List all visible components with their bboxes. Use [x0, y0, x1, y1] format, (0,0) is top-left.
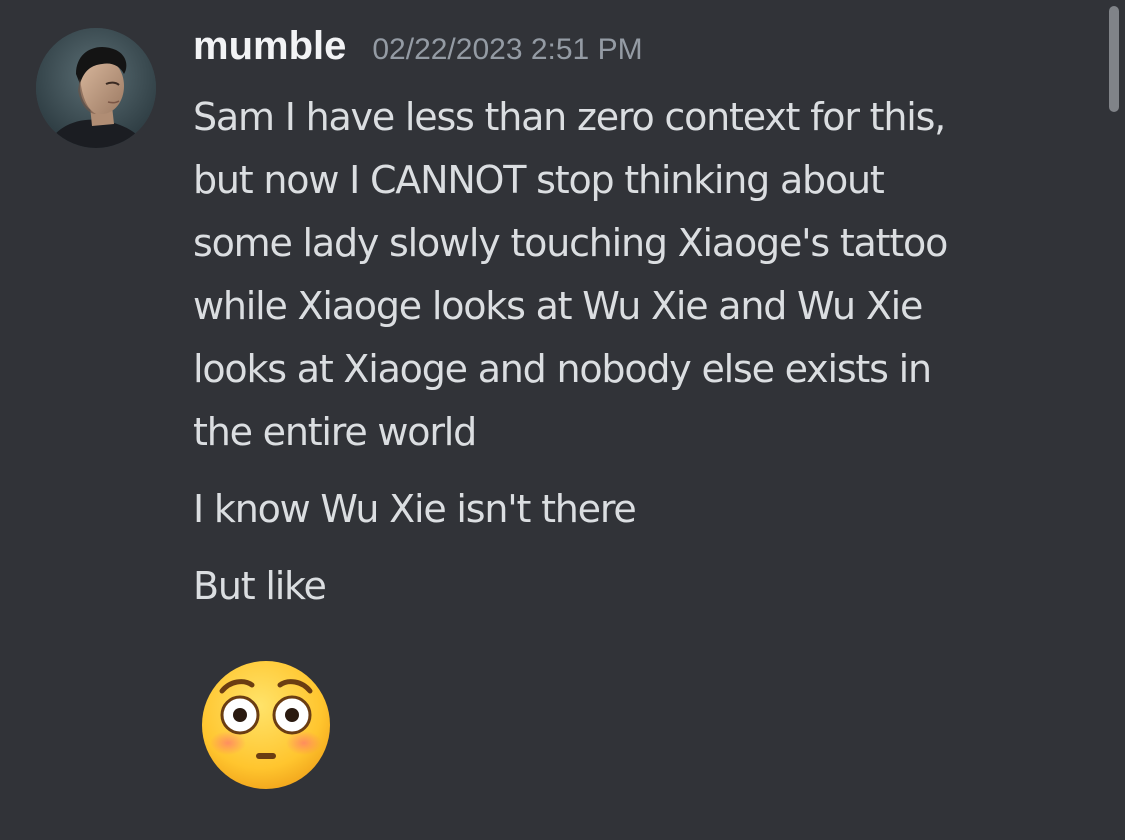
followup-message: I know Wu Xie isn't there	[193, 487, 637, 531]
followup-message: But like	[193, 564, 327, 608]
timestamp[interactable]: 02/22/2023 2:51 PM	[372, 33, 642, 67]
chat-message: mumble 02/22/2023 2:51 PM Sam I have les…	[0, 0, 1125, 840]
avatar[interactable]	[36, 28, 156, 148]
message-line: looks at Xiaoge and nobody else exists i…	[193, 347, 932, 391]
message-line: the entire world	[193, 410, 477, 454]
message-line: while Xiaoge looks at Wu Xie and Wu Xie	[193, 284, 923, 328]
flushed-face-icon	[202, 661, 330, 789]
message-header: mumble 02/22/2023 2:51 PM	[193, 24, 643, 80]
flushed-face-emoji[interactable]	[198, 657, 334, 793]
message-line: Sam I have less than zero context for th…	[193, 95, 946, 139]
message-line: but now I CANNOT stop thinking about	[193, 158, 885, 202]
scrollbar-thumb[interactable]	[1109, 6, 1119, 112]
message-line: some lady slowly touching Xiaoge's tatto…	[193, 221, 948, 265]
username[interactable]: mumble	[193, 24, 346, 69]
message-content: Sam I have less than zero context for th…	[193, 86, 1073, 618]
avatar-image	[36, 28, 156, 148]
message-paragraph: Sam I have less than zero context for th…	[193, 86, 1073, 464]
